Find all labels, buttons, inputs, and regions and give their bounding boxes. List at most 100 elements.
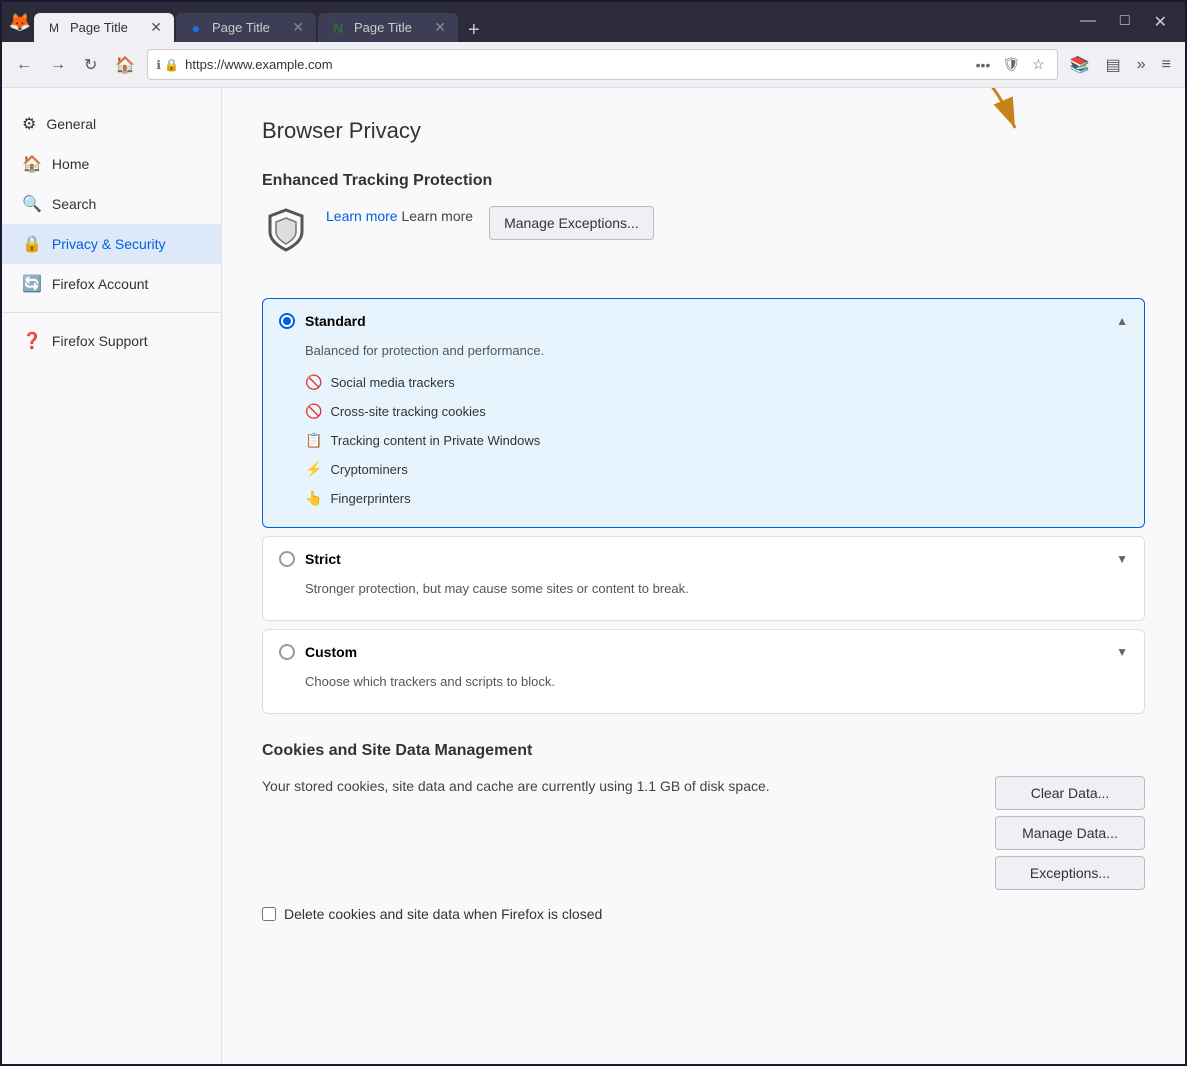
learn-more-link[interactable]: Learn more: [326, 208, 398, 224]
tab-3-label: Page Title: [354, 20, 412, 35]
sidebar-label-account: Firefox Account: [52, 276, 149, 292]
hamburger-menu-button[interactable]: ≡: [1156, 51, 1177, 79]
cookies-section-title: Cookies and Site Data Management: [262, 742, 1145, 760]
custom-body: Choose which trackers and scripts to blo…: [263, 674, 1144, 713]
sidebar-toggle-button[interactable]: ▤: [1100, 51, 1127, 79]
custom-label: Custom: [305, 644, 1106, 660]
tab-3-close[interactable]: ✕: [434, 19, 446, 36]
tab-3-favicon: N: [330, 20, 346, 36]
shield-button[interactable]: 🛡: [998, 54, 1024, 75]
strict-desc: Stronger protection, but may cause some …: [305, 581, 1128, 596]
sidebar-item-search[interactable]: 🔍 Search: [2, 184, 221, 224]
tracking-protection-section: Enhanced Tracking Protection: [262, 172, 1145, 274]
list-item: 🚫 Social media trackers: [305, 368, 1128, 397]
cookies-row: Your stored cookies, site data and cache…: [262, 776, 1145, 890]
toolbar-actions: 📚 ▤ » ≡: [1064, 51, 1177, 79]
reload-button[interactable]: ↻: [78, 51, 103, 79]
tab-2-close[interactable]: ✕: [292, 19, 304, 36]
tab-3[interactable]: N Page Title ✕: [318, 13, 458, 42]
delete-cookies-label[interactable]: Delete cookies and site data when Firefo…: [284, 906, 602, 922]
clear-data-button[interactable]: Clear Data...: [995, 776, 1145, 810]
tab-1-label: Page Title: [70, 20, 128, 35]
forward-button[interactable]: →: [44, 52, 72, 78]
search-icon: 🔍: [22, 194, 42, 214]
bookmarks-button[interactable]: 📚: [1064, 51, 1096, 79]
tab-list: M Page Title ✕ ● Page Title ✕ N Page Tit…: [34, 2, 1066, 42]
strict-body: Stronger protection, but may cause some …: [263, 581, 1144, 620]
standard-desc: Balanced for protection and performance.: [305, 343, 1128, 358]
page-content: Browser Privacy Enhanced Tracking Protec…: [222, 88, 1185, 1064]
tab-1-favicon: M: [46, 20, 62, 36]
sidebar-item-privacy[interactable]: 🔒 Privacy & Security: [2, 224, 221, 264]
back-button[interactable]: ←: [10, 52, 38, 78]
etp-description: Learn more Learn more: [262, 206, 473, 254]
tab-1[interactable]: M Page Title ✕: [34, 13, 174, 42]
tab-2-favicon: ●: [188, 20, 204, 36]
crypto-icon: ⚡: [305, 461, 322, 478]
settings-sidebar: ⚙ General 🏠 Home 🔍 Search 🔒 Privacy & Se…: [2, 88, 222, 1064]
url-text: https://www.example.com: [185, 57, 965, 72]
sidebar-item-home[interactable]: 🏠 Home: [2, 144, 221, 184]
delete-cookies-checkbox[interactable]: [262, 907, 276, 921]
sidebar-label-search: Search: [52, 196, 96, 212]
sidebar-label-home: Home: [52, 156, 89, 172]
page-title: Browser Privacy: [262, 118, 1145, 144]
main-content: ⚙ General 🏠 Home 🔍 Search 🔒 Privacy & Se…: [2, 88, 1185, 1064]
tab-2[interactable]: ● Page Title ✕: [176, 13, 316, 42]
standard-label: Standard: [305, 313, 1106, 329]
protection-levels: Standard ▲ Balanced for protection and p…: [262, 298, 1145, 714]
minimize-button[interactable]: —: [1070, 8, 1106, 36]
custom-chevron-icon: ▼: [1116, 645, 1128, 659]
tracking-section-title: Enhanced Tracking Protection: [262, 172, 1145, 190]
add-tab-button[interactable]: +: [460, 19, 488, 42]
tab-2-label: Page Title: [212, 20, 270, 35]
list-item: 📋 Tracking content in Private Windows: [305, 426, 1128, 455]
strict-chevron-icon: ▼: [1116, 552, 1128, 566]
browser-toolbar: ← → ↻ 🏠 ℹ 🔒 https://www.example.com ••• …: [2, 42, 1185, 88]
shield-tracking-icon: [262, 206, 310, 254]
manage-data-button[interactable]: Manage Data...: [995, 816, 1145, 850]
strict-header[interactable]: Strict ▼: [263, 537, 1144, 581]
cookie-tracker-icon: 🚫: [305, 403, 322, 420]
maximize-button[interactable]: □: [1110, 8, 1140, 36]
delete-cookies-row: Delete cookies and site data when Firefo…: [262, 906, 1145, 922]
sidebar-label-privacy: Privacy & Security: [52, 236, 166, 252]
security-info-icon[interactable]: ℹ 🔒: [156, 58, 179, 72]
etp-manage-col: Manage Exceptions...: [489, 206, 654, 240]
sidebar-divider: [2, 312, 221, 313]
close-button[interactable]: ✕: [1144, 8, 1177, 36]
gear-icon: ⚙: [22, 114, 36, 134]
standard-header[interactable]: Standard ▲: [263, 299, 1144, 343]
cookies-buttons: Clear Data... Manage Data... Exceptions.…: [995, 776, 1145, 890]
etp-text: Learn more Learn more: [326, 206, 473, 227]
sidebar-label-general: General: [46, 116, 96, 132]
social-tracker-icon: 🚫: [305, 374, 322, 391]
window-controls: — □ ✕: [1070, 8, 1177, 36]
question-icon: ❓: [22, 331, 42, 351]
sync-icon: 🔄: [22, 274, 42, 294]
list-item: 👆 Fingerprinters: [305, 484, 1128, 513]
list-item: 🚫 Cross-site tracking cookies: [305, 397, 1128, 426]
tab-1-close[interactable]: ✕: [150, 19, 162, 36]
cookies-section: Cookies and Site Data Management Your st…: [262, 742, 1145, 922]
standard-radio[interactable]: [279, 313, 295, 329]
fingerprint-icon: 👆: [305, 490, 322, 507]
custom-radio[interactable]: [279, 644, 295, 660]
strict-radio[interactable]: [279, 551, 295, 567]
manage-exceptions-button[interactable]: Manage Exceptions...: [489, 206, 654, 240]
sidebar-item-account[interactable]: 🔄 Firefox Account: [2, 264, 221, 304]
exceptions-button[interactable]: Exceptions...: [995, 856, 1145, 890]
sidebar-label-support: Firefox Support: [52, 333, 148, 349]
sidebar-item-support[interactable]: ❓ Firefox Support: [2, 321, 221, 361]
address-bar[interactable]: ℹ 🔒 https://www.example.com ••• 🛡 ☆: [147, 49, 1057, 80]
bookmark-star-button[interactable]: ☆: [1028, 54, 1049, 75]
more-tools-button[interactable]: »: [1131, 51, 1152, 79]
sidebar-item-general[interactable]: ⚙ General: [2, 104, 221, 144]
standard-items-list: 🚫 Social media trackers 🚫 Cross-site tra…: [305, 368, 1128, 513]
content-wrapper: Browser Privacy Enhanced Tracking Protec…: [262, 118, 1145, 922]
menu-dots-button[interactable]: •••: [972, 54, 995, 75]
custom-header[interactable]: Custom ▼: [263, 630, 1144, 674]
private-tracker-icon: 📋: [305, 432, 322, 449]
strict-label: Strict: [305, 551, 1106, 567]
home-button[interactable]: 🏠: [109, 51, 141, 79]
